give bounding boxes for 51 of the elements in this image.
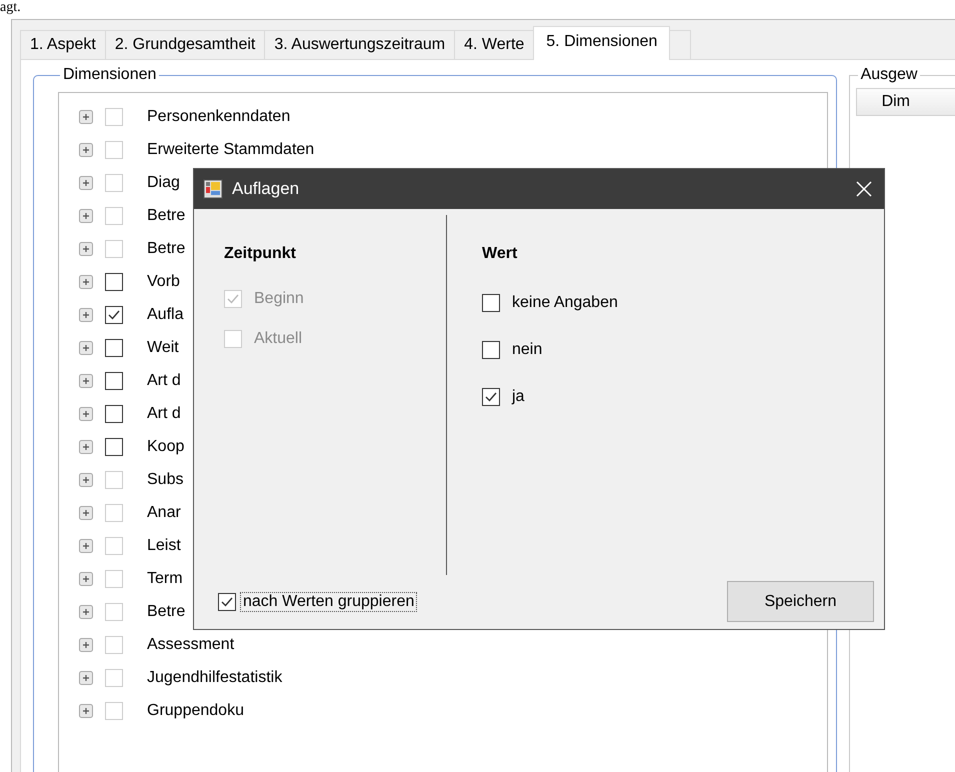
document-text: agt. xyxy=(0,0,21,16)
tree-item-label[interactable]: Koop xyxy=(147,438,184,456)
expand-icon[interactable] xyxy=(79,604,93,618)
expand-icon[interactable] xyxy=(79,472,93,486)
expand-icon[interactable] xyxy=(79,506,93,520)
tab[interactable]: 5. Dimensionen xyxy=(533,26,670,60)
expand-icon[interactable] xyxy=(79,538,93,552)
tree-item-label[interactable]: Art d xyxy=(147,372,181,390)
checkbox[interactable] xyxy=(105,404,123,422)
expand-icon[interactable] xyxy=(79,704,93,718)
checkbox-label[interactable]: nach Werten gruppieren xyxy=(240,592,418,612)
expand-icon[interactable] xyxy=(79,274,93,288)
app-icon xyxy=(203,179,223,199)
expand-icon[interactable] xyxy=(79,670,93,684)
expand-icon[interactable] xyxy=(79,572,93,586)
checkbox[interactable] xyxy=(105,272,123,290)
checkbox[interactable] xyxy=(105,306,123,324)
tree-item-label[interactable]: Weit xyxy=(147,338,179,356)
group-title: Ausgew xyxy=(860,66,918,84)
expand-icon[interactable] xyxy=(79,142,93,156)
checkbox-label[interactable]: keine Angaben xyxy=(512,294,618,312)
group-title: Dimensionen xyxy=(62,66,158,84)
expand-icon[interactable] xyxy=(79,406,93,420)
tab[interactable]: 1. Aspekt xyxy=(20,30,106,59)
tree-item-label[interactable]: Vorb xyxy=(147,272,180,290)
checkbox-label[interactable]: nein xyxy=(512,340,542,358)
section-heading: Zeitpunkt xyxy=(224,245,297,263)
checkbox[interactable] xyxy=(482,388,500,406)
expand-icon[interactable] xyxy=(79,242,93,256)
checkbox[interactable] xyxy=(482,294,500,312)
checkbox[interactable] xyxy=(105,372,123,390)
expand-icon[interactable] xyxy=(79,638,93,652)
expand-icon[interactable] xyxy=(79,308,93,322)
expand-icon[interactable] xyxy=(79,340,93,354)
expand-icon[interactable] xyxy=(79,374,93,388)
expand-icon[interactable] xyxy=(79,176,93,190)
checkbox[interactable] xyxy=(482,340,500,358)
tree-item-label[interactable]: Aufla xyxy=(147,306,184,324)
column-header[interactable]: Dim xyxy=(856,88,955,116)
tree-item-label[interactable]: Art d xyxy=(147,404,181,422)
section-heading: Wert xyxy=(482,245,518,263)
checkbox[interactable] xyxy=(218,592,236,610)
close-icon[interactable] xyxy=(856,181,872,197)
expand-icon[interactable] xyxy=(79,110,93,124)
expand-icon[interactable] xyxy=(79,440,93,454)
save-button[interactable]: Speichern xyxy=(727,581,874,622)
window-title: Auflagen xyxy=(232,179,300,199)
checkbox[interactable] xyxy=(105,438,123,456)
expand-icon[interactable] xyxy=(79,208,93,222)
checkbox[interactable] xyxy=(105,338,123,356)
checkbox-label[interactable]: ja xyxy=(512,388,524,406)
